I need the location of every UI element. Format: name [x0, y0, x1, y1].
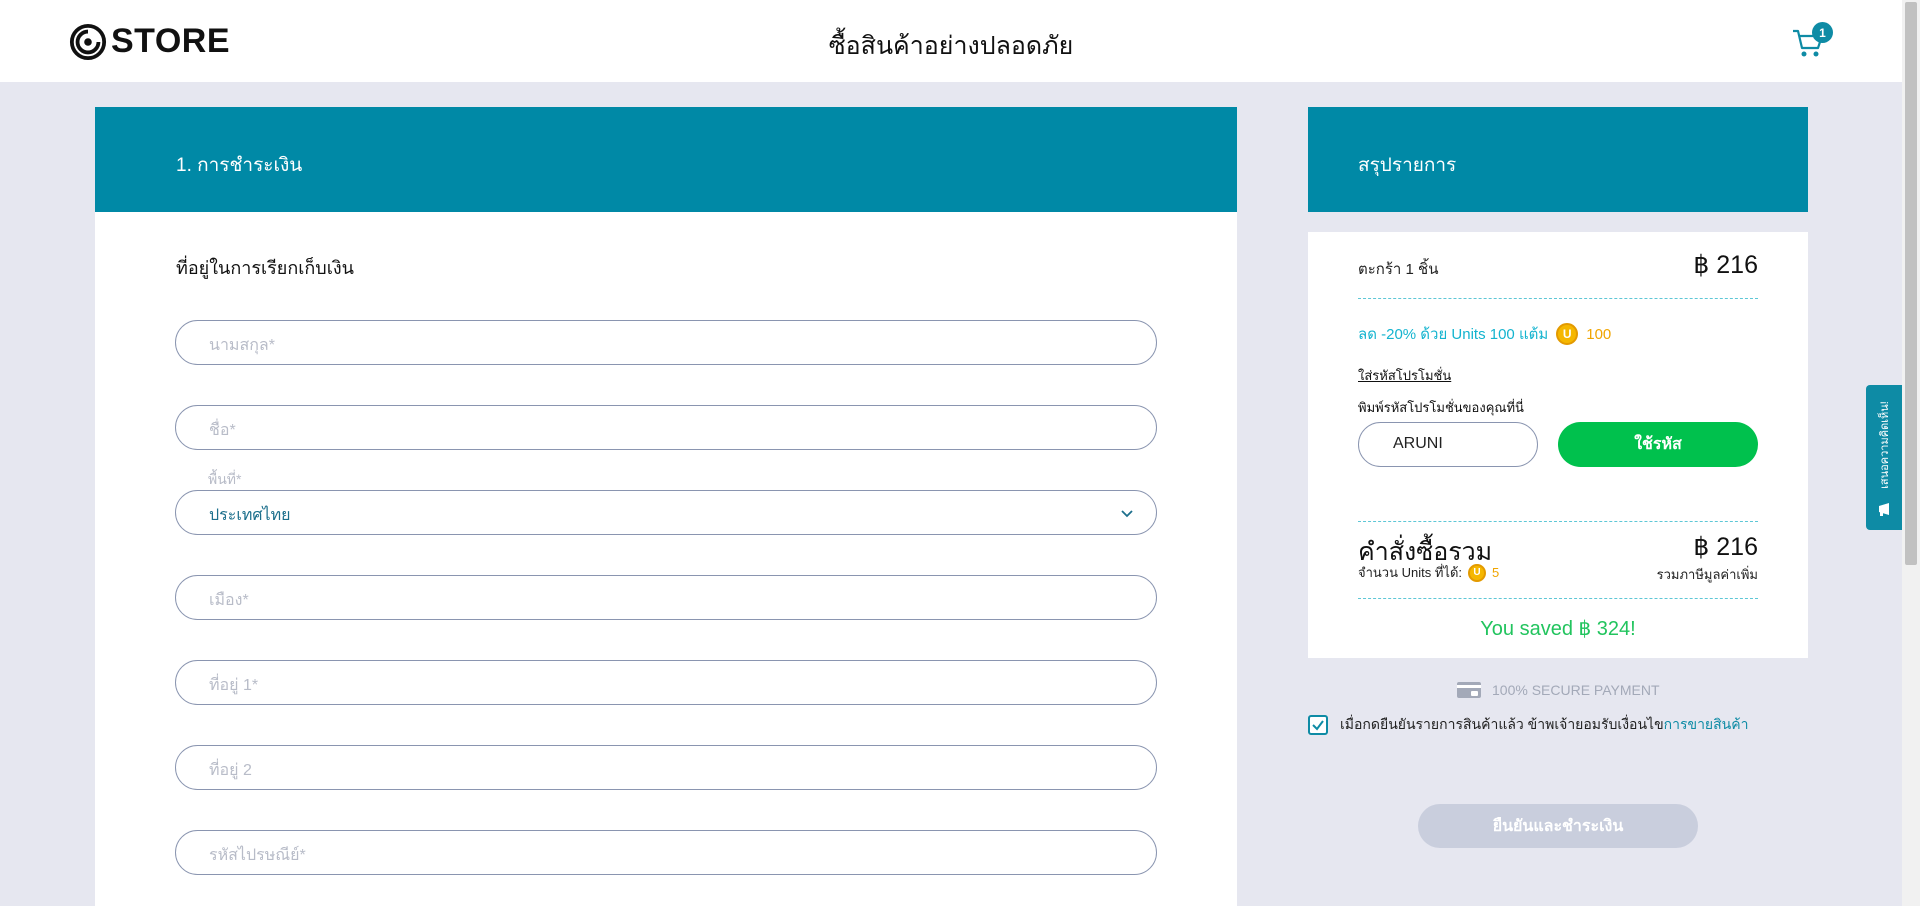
summary-divider	[1358, 598, 1758, 599]
last-name-field[interactable]: นามสกุล*	[175, 320, 1157, 365]
terms-of-sale-link[interactable]: การขายสินค้า	[1664, 716, 1749, 732]
savings-message: You saved ฿ 324!	[1480, 618, 1636, 640]
top-bar: STORE ซื้อสินค้าอย่างปลอดภัย	[0, 0, 1902, 82]
terms-agreement: เมื่อกดยืนยันรายการสินค้าแล้ว ข้าพเจ้ายอ…	[1308, 714, 1748, 736]
postcode-field[interactable]: รหัสไปรษณีย์*	[175, 830, 1157, 875]
apply-promo-button[interactable]: ใช้รหัส	[1558, 422, 1758, 467]
cart-items-label: ตะกร้า 1 ชิ้น	[1358, 261, 1439, 278]
payment-panel: 1. การชำระเงิน ที่อยู่ในการเรียกเก็บเงิน…	[95, 107, 1237, 906]
page-title: ซื้อสินค้าอย่างปลอดภัย	[828, 32, 1074, 60]
first-name-placeholder: ชื่อ*	[209, 422, 236, 439]
first-name-field[interactable]: ชื่อ*	[175, 405, 1157, 450]
credit-card-lock-icon	[1457, 682, 1481, 698]
checkmark-icon	[1312, 720, 1324, 731]
summary-divider	[1358, 521, 1758, 522]
city-placeholder: เมือง*	[209, 592, 249, 609]
units-coin-icon: U	[1468, 563, 1486, 582]
secure-payment-note: 100% SECURE PAYMENT	[1456, 681, 1660, 699]
terms-checkbox[interactable]	[1308, 715, 1328, 735]
postcode-placeholder: รหัสไปรษณีย์*	[209, 847, 306, 864]
chevron-down-icon	[1121, 510, 1133, 518]
units-earned-label: จำนวน Units ที่ได้:	[1358, 565, 1462, 580]
last-name-placeholder: นามสกุล*	[209, 337, 275, 354]
summary-heading: สรุปรายการ	[1308, 107, 1808, 212]
promo-code-input[interactable]: ARUNI	[1358, 422, 1538, 467]
promo-code-label: พิมพ์รหัสโปรโมชั่นของคุณที่นี่	[1358, 400, 1524, 415]
order-summary: ตะกร้า 1 ชิ้น ฿ 216 ลด -20% ด้วย Units 1…	[1308, 232, 1808, 658]
address2-placeholder: ที่อยู่ 2	[209, 762, 252, 779]
cart-price: ฿ 216	[1693, 251, 1758, 279]
units-coin-icon: U	[1556, 323, 1579, 345]
discount-units-amount: 100	[1586, 325, 1612, 343]
confirm-and-pay-button[interactable]: ยืนยันและชำระเงิน	[1418, 804, 1698, 848]
vat-note: รวมภาษีมูลค่าเพิ่ม	[1656, 567, 1758, 582]
city-field[interactable]: เมือง*	[175, 575, 1157, 620]
address1-placeholder: ที่อยู่ 1*	[209, 677, 259, 694]
feedback-label: เสนอความคิดเห็น!	[1879, 401, 1891, 489]
feedback-tab[interactable]: เสนอความคิดเห็น!	[1866, 385, 1902, 530]
terms-text: เมื่อกดยืนยันรายการสินค้าแล้ว ข้าพเจ้ายอ…	[1340, 716, 1664, 732]
megaphone-icon	[1879, 503, 1889, 516]
address1-field[interactable]: ที่อยู่ 1*	[175, 660, 1157, 705]
units-earned: จำนวน Units ที่ได้: U 5	[1358, 562, 1499, 583]
region-label: พื้นที่*	[208, 471, 242, 487]
secure-payment-text: 100% SECURE PAYMENT	[1492, 682, 1660, 698]
promo-code-link[interactable]: ใส่รหัสโปรโมชั่น	[1358, 365, 1451, 386]
discount-text: ลด -20% ด้วย Units 100 แต้ม	[1358, 326, 1549, 343]
region-select[interactable]: ประเทศไทย	[175, 490, 1157, 535]
units-discount-offer[interactable]: ลด -20% ด้วย Units 100 แต้ม U 100	[1358, 322, 1611, 346]
cart-count-badge: 1	[1812, 22, 1833, 43]
units-earned-amount: 5	[1492, 565, 1500, 580]
order-total-price: ฿ 216	[1693, 533, 1758, 561]
region-value: ประเทศไทย	[209, 507, 291, 524]
scrollbar-thumb[interactable]	[1905, 2, 1917, 565]
payment-heading: 1. การชำระเงิน	[95, 107, 1237, 212]
summary-divider	[1358, 298, 1758, 299]
address2-field[interactable]: ที่อยู่ 2	[175, 745, 1157, 790]
billing-address-title: ที่อยู่ในการเรียกเก็บเงิน	[176, 258, 354, 278]
